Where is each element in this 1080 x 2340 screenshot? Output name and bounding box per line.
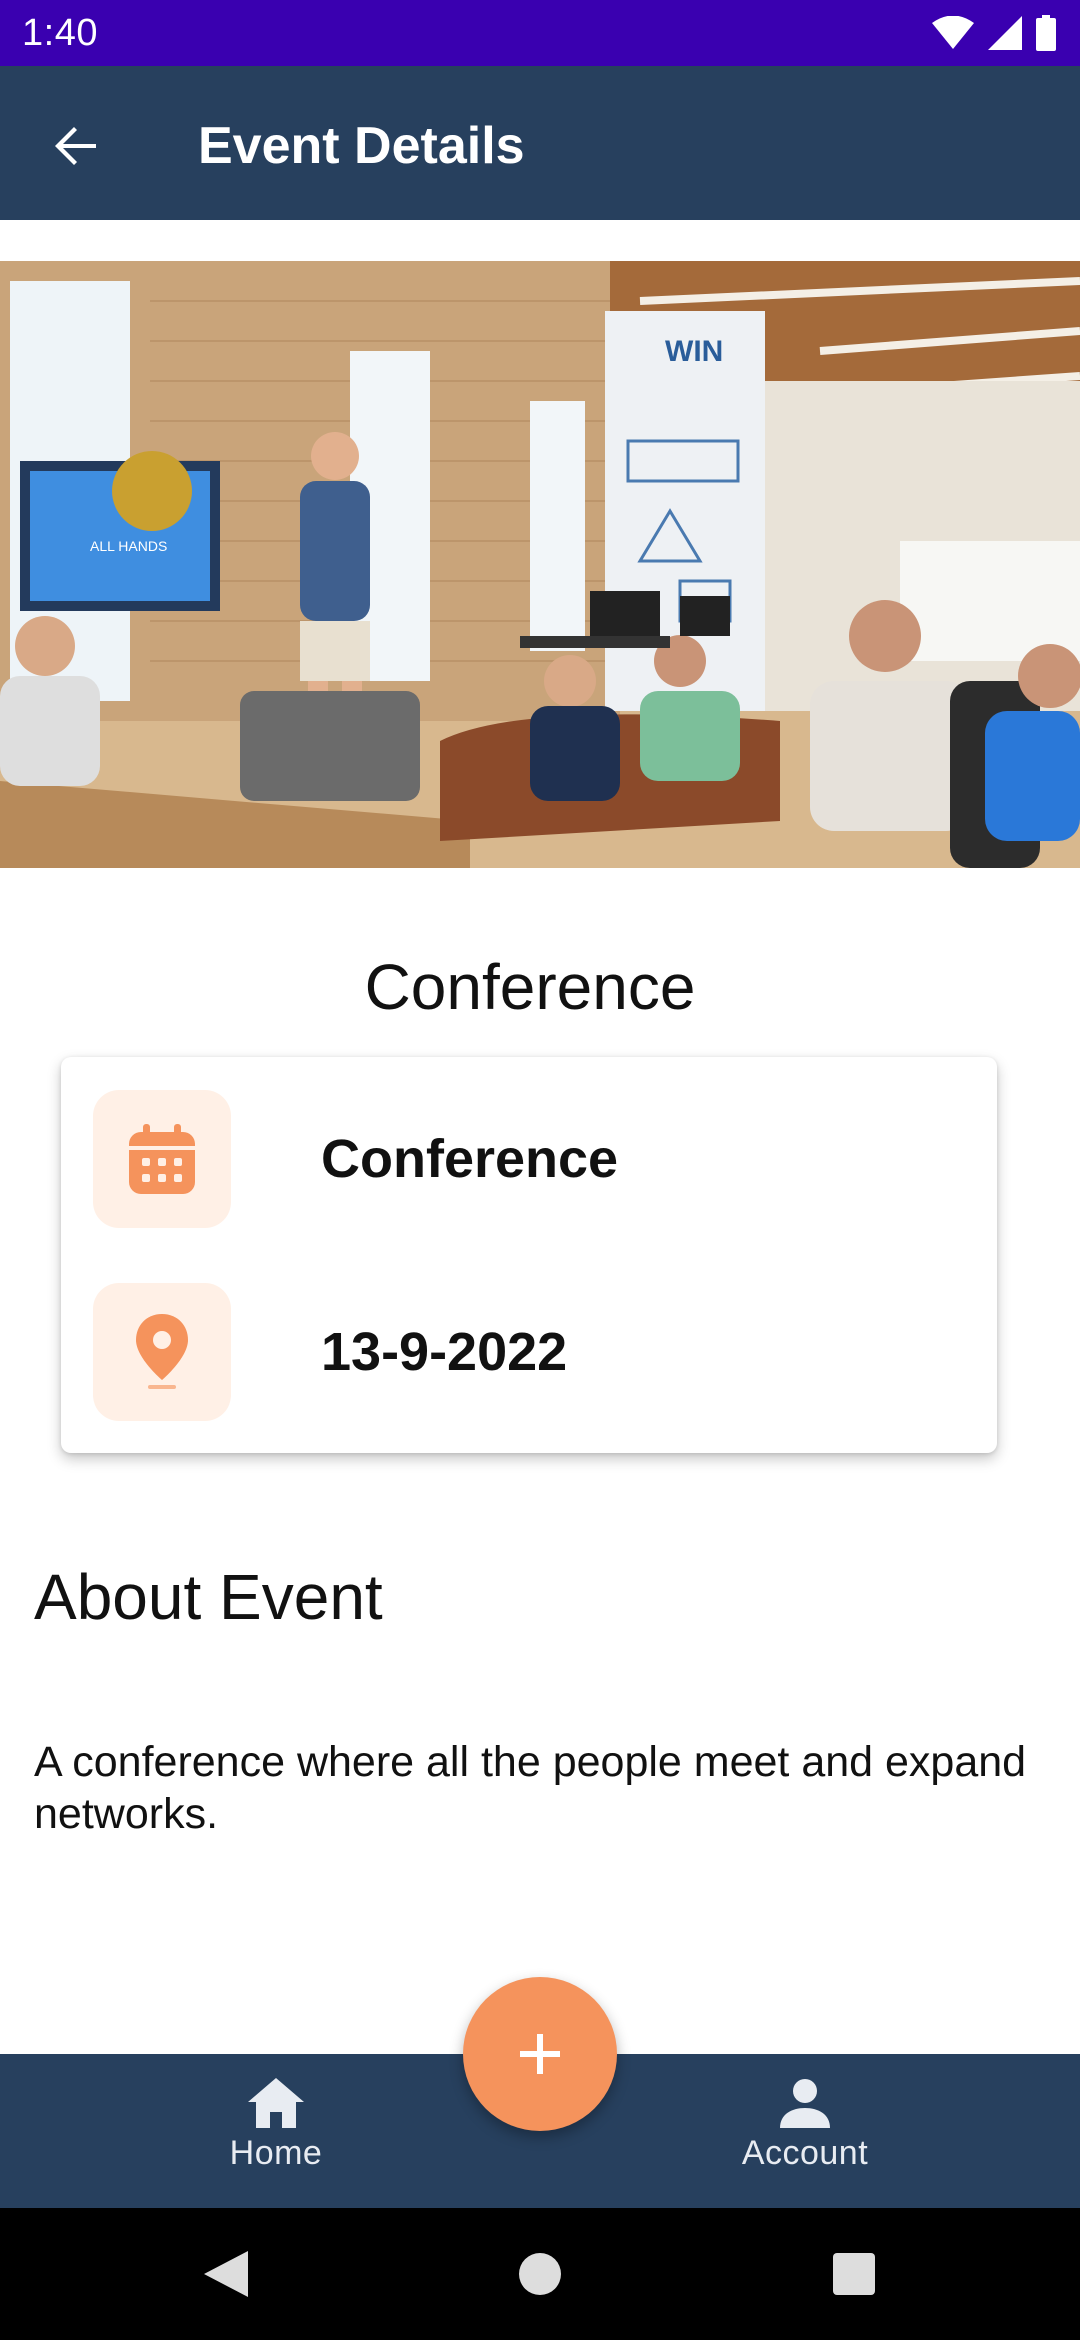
circle-home-icon [519,2253,561,2295]
nav-label-account: Account [741,2134,869,2172]
about-body: A conference where all the people meet a… [34,1738,1027,1838]
system-navigation-bar [0,2208,1080,2340]
location-pin-icon [136,1314,188,1389]
page-title: Event Details [198,117,525,175]
event-date: 13-9-2022 [321,1322,568,1382]
nav-item-account[interactable]: Account [705,2078,905,2173]
back-button[interactable] [40,110,112,182]
square-recents-icon [833,2253,875,2295]
add-button[interactable] [463,1977,617,2131]
wifi-icon [932,16,974,49]
svg-text:ALL HANDS: ALL HANDS [90,538,167,554]
nav-item-home[interactable]: Home [176,2078,376,2173]
home-icon [248,2078,304,2128]
event-title: Conference [364,951,696,1023]
event-info-card: Conference 13-9-2022 [61,1057,997,1453]
nav-label-home: Home [229,2134,323,2172]
event-category-row: Conference [93,1089,953,1229]
event-category: Conference [321,1129,619,1189]
system-back-button[interactable] [198,2246,254,2302]
status-icons [932,14,1056,52]
triangle-back-icon [204,2251,248,2297]
system-home-button[interactable] [512,2246,568,2302]
person-icon [780,2079,830,2128]
calendar-icon-box [93,1090,231,1228]
app-bar: Event Details [0,66,1080,220]
battery-icon [1036,15,1056,51]
svg-text:WIN: WIN [665,335,723,368]
location-icon-box [93,1283,231,1421]
signal-icon [988,16,1022,50]
about-heading: About Event [34,1561,383,1633]
status-time: 1:40 [22,12,98,54]
event-image: WIN ALL HANDS [0,261,1080,868]
plus-icon [520,2034,560,2074]
status-bar: 1:40 [0,0,1080,66]
calendar-icon [129,1124,195,1194]
system-recents-button[interactable] [826,2246,882,2302]
arrow-left-icon [55,127,96,165]
event-date-row: 13-9-2022 [93,1282,953,1422]
